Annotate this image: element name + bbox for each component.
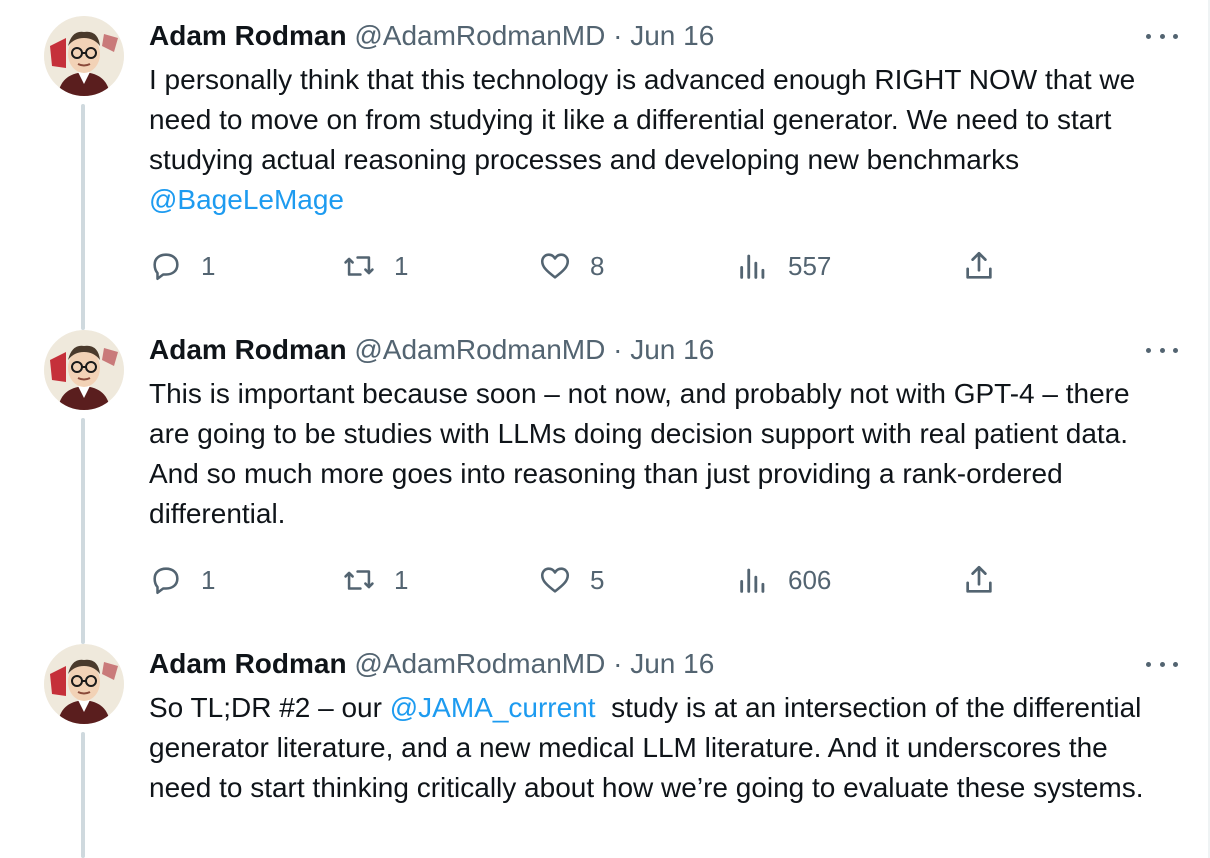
more-icon[interactable] bbox=[1146, 340, 1178, 360]
mention-link[interactable]: @JAMA_current bbox=[390, 692, 596, 723]
like-button[interactable]: 5 bbox=[538, 560, 604, 600]
tweet-header: Adam Rodman @AdamRodmanMD · Jun 16 bbox=[149, 332, 714, 368]
view-count: 557 bbox=[788, 250, 832, 281]
author-handle[interactable]: @AdamRodmanMD bbox=[354, 648, 605, 679]
separator-dot: · bbox=[613, 334, 623, 365]
tweet[interactable]: Adam Rodman @AdamRodmanMD · Jun 16 So TL… bbox=[0, 628, 1206, 858]
tweet-header: Adam Rodman @AdamRodmanMD · Jun 16 bbox=[149, 646, 714, 682]
tweet-text: I personally think that this technology … bbox=[149, 60, 1169, 220]
share-button[interactable] bbox=[962, 246, 996, 286]
view-count: 606 bbox=[788, 564, 832, 595]
reply-icon bbox=[153, 253, 179, 281]
more-icon[interactable] bbox=[1146, 26, 1178, 46]
heart-icon bbox=[540, 567, 570, 593]
heart-icon bbox=[540, 253, 570, 279]
action-bar: 1 1 5 606 bbox=[149, 560, 1009, 600]
tweet-text: So TL;DR #2 – our @JAMA_current study is… bbox=[149, 688, 1169, 808]
share-button[interactable] bbox=[962, 560, 996, 600]
action-bar: 1 1 8 557 bbox=[149, 246, 1009, 286]
like-count: 5 bbox=[590, 564, 605, 595]
separator-dot: · bbox=[613, 20, 623, 51]
separator-dot: · bbox=[613, 648, 623, 679]
tweet-date[interactable]: Jun 16 bbox=[630, 648, 714, 679]
reply-count: 1 bbox=[201, 250, 216, 281]
retweet-icon bbox=[344, 570, 374, 590]
avatar[interactable] bbox=[44, 16, 124, 96]
tweet-text: This is important because soon – not now… bbox=[149, 374, 1169, 534]
tweet[interactable]: Adam Rodman @AdamRodmanMD · Jun 16 I per… bbox=[0, 0, 1206, 314]
reply-icon bbox=[153, 567, 179, 595]
retweet-count: 1 bbox=[394, 564, 409, 595]
views-icon bbox=[740, 568, 765, 593]
author-handle[interactable]: @AdamRodmanMD bbox=[354, 334, 605, 365]
retweet-count: 1 bbox=[394, 250, 409, 281]
retweet-icon bbox=[344, 256, 374, 276]
author-name[interactable]: Adam Rodman bbox=[149, 334, 347, 365]
more-icon[interactable] bbox=[1146, 654, 1178, 674]
share-icon bbox=[966, 251, 992, 279]
author-handle[interactable]: @AdamRodmanMD bbox=[354, 20, 605, 51]
tweet-text-body: This is important because soon – not now… bbox=[149, 378, 1130, 529]
views-button[interactable]: 606 bbox=[736, 560, 831, 600]
tweet-text-body: I personally think that this technology … bbox=[149, 64, 1136, 175]
tweet-date[interactable]: Jun 16 bbox=[630, 334, 714, 365]
tweet-header: Adam Rodman @AdamRodmanMD · Jun 16 bbox=[149, 18, 714, 54]
reply-button[interactable]: 1 bbox=[149, 246, 215, 286]
avatar[interactable] bbox=[44, 644, 124, 724]
share-icon bbox=[966, 565, 992, 593]
avatar[interactable] bbox=[44, 330, 124, 410]
views-button[interactable]: 557 bbox=[736, 246, 831, 286]
retweet-button[interactable]: 1 bbox=[342, 246, 408, 286]
views-icon bbox=[740, 254, 765, 279]
like-count: 8 bbox=[590, 250, 605, 281]
mention-link[interactable]: @BageLeMage bbox=[149, 184, 344, 215]
like-button[interactable]: 8 bbox=[538, 246, 604, 286]
author-name[interactable]: Adam Rodman bbox=[149, 20, 347, 51]
tweet-text-body: So TL;DR #2 – our bbox=[149, 692, 390, 723]
tweet[interactable]: Adam Rodman @AdamRodmanMD · Jun 16 This … bbox=[0, 314, 1206, 628]
tweet-date[interactable]: Jun 16 bbox=[630, 20, 714, 51]
reply-button[interactable]: 1 bbox=[149, 560, 215, 600]
retweet-button[interactable]: 1 bbox=[342, 560, 408, 600]
reply-count: 1 bbox=[201, 564, 216, 595]
author-name[interactable]: Adam Rodman bbox=[149, 648, 347, 679]
